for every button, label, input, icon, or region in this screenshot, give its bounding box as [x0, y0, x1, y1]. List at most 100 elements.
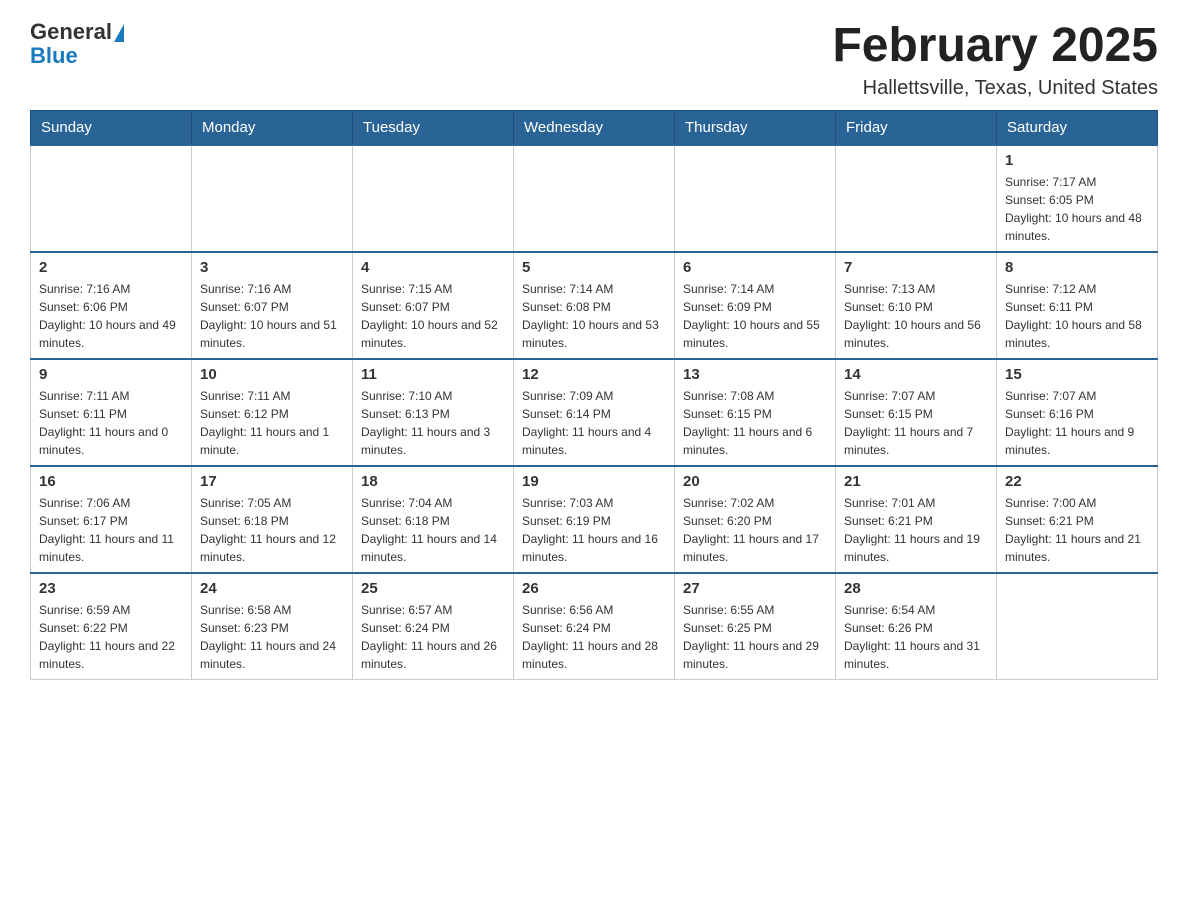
day-number: 8 [1005, 259, 1149, 276]
day-number: 17 [200, 473, 344, 490]
calendar-cell: 19Sunrise: 7:03 AMSunset: 6:19 PMDayligh… [514, 466, 675, 573]
day-of-week-saturday: Saturday [997, 110, 1158, 145]
calendar-cell: 25 Sunrise: 6:57 AMSunset: 6:24 PMDayligh… [353, 573, 514, 680]
day-number: 4 [361, 259, 505, 276]
day-number: 10 [200, 366, 344, 383]
day-info: Sunrise: 6:54 AMSunset: 6:26 PMDaylight:… [844, 601, 988, 673]
calendar-week-2: 2 Sunrise: 7:16 AMSunset: 6:06 PMDaylight… [31, 252, 1158, 359]
calendar-cell: 20 Sunrise: 7:02 AMSunset: 6:20 PMDayligh… [675, 466, 836, 573]
calendar-cell: 7 Sunrise: 7:13 AMSunset: 6:10 PMDaylight… [836, 252, 997, 359]
day-info: Sunrise: 7:16 AMSunset: 6:06 PMDaylight:… [39, 280, 183, 352]
day-number: 20 [683, 473, 827, 490]
day-number: 23 [39, 580, 183, 597]
day-number: 7 [844, 259, 988, 276]
calendar-week-1: 1 Sunrise: 7:17 AMSunset: 6:05 PMDaylight… [31, 145, 1158, 252]
day-number: 28 [844, 580, 988, 597]
day-number: 1 [1005, 152, 1149, 169]
calendar-cell: 18Sunrise: 7:04 AMSunset: 6:18 PMDayligh… [353, 466, 514, 573]
day-info: Sunrise: 7:06 AMSunset: 6:17 PMDaylight:… [39, 494, 183, 566]
title-block: February 2025 Hallettsville, Texas, Unit… [832, 20, 1158, 100]
day-of-week-thursday: Thursday [675, 110, 836, 145]
day-number: 21 [844, 473, 988, 490]
day-info: Sunrise: 7:10 AMSunset: 6:13 PMDaylight:… [361, 387, 505, 459]
day-number: 2 [39, 259, 183, 276]
day-number: 3 [200, 259, 344, 276]
day-number: 27 [683, 580, 827, 597]
calendar-cell: 13 Sunrise: 7:08 AMSunset: 6:15 PMDayligh… [675, 359, 836, 466]
calendar-body: 1 Sunrise: 7:17 AMSunset: 6:05 PMDaylight… [31, 145, 1158, 680]
calendar-cell: 10 Sunrise: 7:11 AMSunset: 6:12 PMDayligh… [192, 359, 353, 466]
day-info: Sunrise: 7:17 AMSunset: 6:05 PMDaylight:… [1005, 173, 1149, 245]
day-info: Sunrise: 7:13 AMSunset: 6:10 PMDaylight:… [844, 280, 988, 352]
day-number: 6 [683, 259, 827, 276]
day-number: 25 [361, 580, 505, 597]
day-number: 13 [683, 366, 827, 383]
page-header: General Blue February 2025 Hallettsville… [30, 20, 1158, 100]
logo-blue-text: Blue [30, 43, 78, 68]
calendar-table: SundayMondayTuesdayWednesdayThursdayFrid… [30, 110, 1158, 680]
day-info: Sunrise: 7:07 AMSunset: 6:16 PMDaylight:… [1005, 387, 1149, 459]
calendar-cell: 1 Sunrise: 7:17 AMSunset: 6:05 PMDaylight… [997, 145, 1158, 252]
day-info: Sunrise: 7:08 AMSunset: 6:15 PMDaylight:… [683, 387, 827, 459]
logo-triangle-icon [114, 24, 124, 42]
day-info: Sunrise: 7:01 AMSunset: 6:21 PMDaylight:… [844, 494, 988, 566]
calendar-cell: 5Sunrise: 7:14 AMSunset: 6:08 PMDaylight… [514, 252, 675, 359]
calendar-cell [836, 145, 997, 252]
calendar-cell: 9 Sunrise: 7:11 AMSunset: 6:11 PMDaylight… [31, 359, 192, 466]
day-info: Sunrise: 7:12 AMSunset: 6:11 PMDaylight:… [1005, 280, 1149, 352]
calendar-cell: 2 Sunrise: 7:16 AMSunset: 6:06 PMDaylight… [31, 252, 192, 359]
calendar-cell: 16 Sunrise: 7:06 AMSunset: 6:17 PMDayligh… [31, 466, 192, 573]
day-number: 15 [1005, 366, 1149, 383]
calendar-cell: 23 Sunrise: 6:59 AMSunset: 6:22 PMDayligh… [31, 573, 192, 680]
calendar-cell: 11Sunrise: 7:10 AMSunset: 6:13 PMDayligh… [353, 359, 514, 466]
calendar-cell: 28 Sunrise: 6:54 AMSunset: 6:26 PMDayligh… [836, 573, 997, 680]
day-info: Sunrise: 6:59 AMSunset: 6:22 PMDaylight:… [39, 601, 183, 673]
day-of-week-friday: Friday [836, 110, 997, 145]
day-of-week-wednesday: Wednesday [514, 110, 675, 145]
calendar-cell: 12 Sunrise: 7:09 AMSunset: 6:14 PMDayligh… [514, 359, 675, 466]
day-number: 9 [39, 366, 183, 383]
day-info: Sunrise: 6:57 AMSunset: 6:24 PMDaylight:… [361, 601, 505, 673]
day-of-week-tuesday: Tuesday [353, 110, 514, 145]
day-number: 26 [522, 580, 666, 597]
calendar-cell: 22Sunrise: 7:00 AMSunset: 6:21 PMDayligh… [997, 466, 1158, 573]
day-info: Sunrise: 7:14 AMSunset: 6:09 PMDaylight:… [683, 280, 827, 352]
calendar-cell [192, 145, 353, 252]
days-of-week-row: SundayMondayTuesdayWednesdayThursdayFrid… [31, 110, 1158, 145]
calendar-cell [31, 145, 192, 252]
day-info: Sunrise: 7:02 AMSunset: 6:20 PMDaylight:… [683, 494, 827, 566]
logo: General Blue [30, 20, 126, 68]
calendar-week-3: 9 Sunrise: 7:11 AMSunset: 6:11 PMDaylight… [31, 359, 1158, 466]
calendar-week-5: 23 Sunrise: 6:59 AMSunset: 6:22 PMDayligh… [31, 573, 1158, 680]
day-info: Sunrise: 7:11 AMSunset: 6:12 PMDaylight:… [200, 387, 344, 459]
day-number: 24 [200, 580, 344, 597]
calendar-cell [675, 145, 836, 252]
calendar-header: SundayMondayTuesdayWednesdayThursdayFrid… [31, 110, 1158, 145]
calendar-cell: 21 Sunrise: 7:01 AMSunset: 6:21 PMDayligh… [836, 466, 997, 573]
calendar-cell [514, 145, 675, 252]
day-info: Sunrise: 7:09 AMSunset: 6:14 PMDaylight:… [522, 387, 666, 459]
day-number: 16 [39, 473, 183, 490]
day-info: Sunrise: 7:11 AMSunset: 6:11 PMDaylight:… [39, 387, 183, 459]
day-info: Sunrise: 7:07 AMSunset: 6:15 PMDaylight:… [844, 387, 988, 459]
calendar-cell: 14Sunrise: 7:07 AMSunset: 6:15 PMDayligh… [836, 359, 997, 466]
day-info: Sunrise: 7:15 AMSunset: 6:07 PMDaylight:… [361, 280, 505, 352]
day-info: Sunrise: 6:58 AMSunset: 6:23 PMDaylight:… [200, 601, 344, 673]
logo-general-text: General [30, 19, 112, 44]
location: Hallettsville, Texas, United States [832, 77, 1158, 100]
calendar-cell: 6 Sunrise: 7:14 AMSunset: 6:09 PMDaylight… [675, 252, 836, 359]
calendar-cell: 3 Sunrise: 7:16 AMSunset: 6:07 PMDaylight… [192, 252, 353, 359]
day-number: 12 [522, 366, 666, 383]
day-info: Sunrise: 7:16 AMSunset: 6:07 PMDaylight:… [200, 280, 344, 352]
day-info: Sunrise: 6:55 AMSunset: 6:25 PMDaylight:… [683, 601, 827, 673]
calendar-cell [997, 573, 1158, 680]
calendar-cell: 15 Sunrise: 7:07 AMSunset: 6:16 PMDayligh… [997, 359, 1158, 466]
calendar-cell: 27 Sunrise: 6:55 AMSunset: 6:25 PMDayligh… [675, 573, 836, 680]
month-title: February 2025 [832, 20, 1158, 73]
calendar-week-4: 16 Sunrise: 7:06 AMSunset: 6:17 PMDayligh… [31, 466, 1158, 573]
calendar-cell: 17Sunrise: 7:05 AMSunset: 6:18 PMDayligh… [192, 466, 353, 573]
day-info: Sunrise: 7:03 AMSunset: 6:19 PMDaylight:… [522, 494, 666, 566]
day-info: Sunrise: 7:04 AMSunset: 6:18 PMDaylight:… [361, 494, 505, 566]
calendar-cell: 24 Sunrise: 6:58 AMSunset: 6:23 PMDayligh… [192, 573, 353, 680]
calendar-cell: 8 Sunrise: 7:12 AMSunset: 6:11 PMDaylight… [997, 252, 1158, 359]
